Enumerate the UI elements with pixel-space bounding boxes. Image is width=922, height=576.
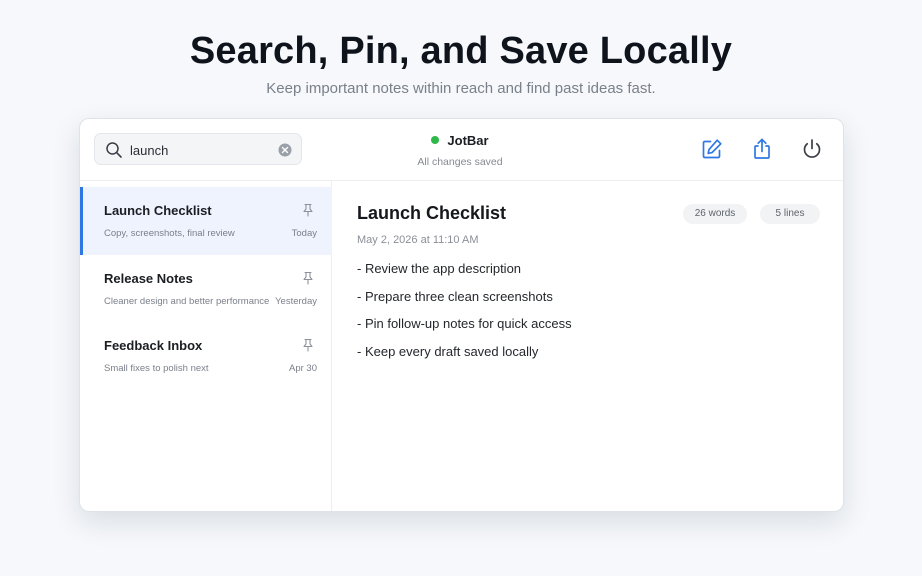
sync-status-dot [431,136,440,144]
note-date: Today [291,228,317,239]
line-count-badge: 5 lines [760,204,820,224]
note-date: Yesterday [275,296,317,307]
note-item-feedback-inbox[interactable]: Feedback Inbox Small fixes to polish nex… [80,322,332,390]
hero-subtitle: Keep important notes within reach and fi… [266,80,656,97]
note-item-launch-checklist[interactable]: Launch Checklist Copy, screenshots, fina… [80,187,332,255]
toolbar: JotBar All changes saved [80,119,843,181]
save-status: All changes saved [417,156,503,168]
app-info: JotBar All changes saved [380,131,540,169]
note-item-release-notes[interactable]: Release Notes Cleaner design and better … [80,255,332,323]
hero-title: Search, Pin, and Save Locally [189,30,733,72]
share-icon[interactable] [750,137,774,161]
editor-line: - Prepare three clean screenshots [357,288,553,304]
compose-icon[interactable] [700,137,724,161]
clear-icon[interactable] [278,143,292,157]
pin-icon[interactable] [301,338,315,352]
notes-sidebar: Launch Checklist Copy, screenshots, fina… [80,181,332,511]
app-window: JotBar All changes saved Launch Checklis… [79,118,844,512]
note-snippet: Small fixes to polish next [104,363,209,374]
note-title: Release Notes [104,271,193,286]
word-count-badge: 26 words [683,204,747,224]
pin-icon[interactable] [301,203,315,217]
search-icon [106,142,122,158]
search-box[interactable] [94,133,302,165]
note-title: Feedback Inbox [104,338,203,353]
editor-line: - Keep every draft saved locally [357,343,539,359]
editor-body[interactable]: - Review the app description - Prepare t… [357,260,572,370]
app-name: JotBar [447,132,489,148]
note-title: Launch Checklist [104,203,212,218]
power-icon[interactable] [800,137,824,161]
note-editor[interactable]: Launch Checklist 26 words 5 lines May 2,… [333,181,843,511]
editor-timestamp: May 2, 2026 at 11:10 AM [357,234,479,246]
note-date: Apr 30 [289,363,317,374]
editor-line: - Review the app description [357,261,522,276]
app-name-row: JotBar [431,132,489,148]
note-snippet: Copy, screenshots, final review [104,228,235,239]
editor-title[interactable]: Launch Checklist [357,203,506,224]
pin-icon[interactable] [301,271,315,285]
search-input[interactable] [130,140,270,160]
note-snippet: Cleaner design and better performance [104,296,270,307]
editor-line: - Pin follow-up notes for quick access [357,316,572,331]
